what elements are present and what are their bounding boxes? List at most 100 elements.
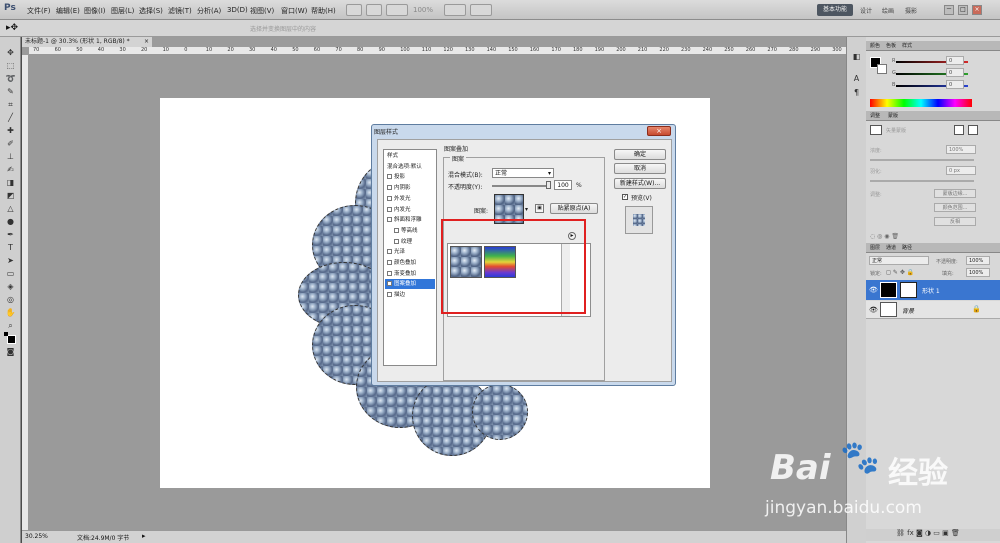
quick-select-tool-icon[interactable]: ✎ xyxy=(4,86,17,97)
menu-image[interactable]: 图像(I) xyxy=(84,6,106,16)
minimize-button[interactable]: － xyxy=(944,5,954,15)
view-extras-button[interactable] xyxy=(386,4,408,16)
layer-blend-mode-select[interactable]: 正常 xyxy=(869,256,929,265)
menu-filter[interactable]: 滤镜(T) xyxy=(168,6,192,16)
status-arrow-icon[interactable]: ▸ xyxy=(142,532,146,540)
3d-rotate-tool-icon[interactable]: ◈ xyxy=(4,281,17,292)
foreground-color-swatch[interactable] xyxy=(7,335,16,344)
style-checkbox[interactable] xyxy=(387,174,392,180)
quick-mask-icon[interactable]: ◙ xyxy=(4,346,17,357)
move-tool-icon[interactable]: ▸✥ xyxy=(6,23,18,33)
snap-to-origin-button[interactable]: 贴紧原点(A) xyxy=(550,203,598,214)
tab-paths[interactable]: 路径 xyxy=(902,244,912,251)
layer-row-shape[interactable]: 👁 形状 1 xyxy=(866,280,1000,300)
invert-button[interactable]: 反相 xyxy=(934,217,976,226)
pen-tool-icon[interactable]: ✒ xyxy=(4,229,17,240)
style-item[interactable]: 内阴影 xyxy=(385,183,435,193)
layers-footer-icons[interactable]: ⛓ fx ◙ ◑ ▭ ▣ 🗑 xyxy=(866,529,1000,541)
menu-file[interactable]: 文件(F) xyxy=(27,6,51,16)
style-item[interactable]: 样式 xyxy=(385,151,435,161)
style-item[interactable]: 光泽 xyxy=(385,247,435,257)
preview-checkbox[interactable]: ✓ xyxy=(622,194,628,200)
menu-select[interactable]: 选择(S) xyxy=(139,6,163,16)
tab-channels[interactable]: 通道 xyxy=(886,244,896,251)
pixel-mask-icon[interactable] xyxy=(870,125,882,135)
opacity-value[interactable]: 100 xyxy=(554,180,572,190)
tab-layers[interactable]: 图层 xyxy=(870,244,880,251)
menu-layer[interactable]: 图层(L) xyxy=(111,6,134,16)
style-checkbox[interactable]: ✓ xyxy=(387,281,392,287)
brush-tool-icon[interactable]: ✐ xyxy=(4,138,17,149)
menu-3d[interactable]: 3D(D) xyxy=(227,6,248,14)
style-item[interactable]: 混合选项:默认 xyxy=(385,162,435,172)
paragraph-panel-icon[interactable]: ¶ xyxy=(850,87,863,98)
type-tool-icon[interactable]: T xyxy=(4,242,17,253)
style-checkbox[interactable] xyxy=(387,270,392,276)
layer-name[interactable]: 形状 1 xyxy=(922,286,940,295)
history-panel-icon[interactable]: ◧ xyxy=(850,51,863,62)
blur-tool-icon[interactable]: △ xyxy=(4,203,17,214)
style-checkbox[interactable] xyxy=(387,185,392,191)
marquee-tool-icon[interactable]: ⬚ xyxy=(4,60,17,71)
tab-color[interactable]: 颜色 xyxy=(870,42,880,49)
close-document-icon[interactable]: × xyxy=(144,37,149,47)
dialog-close-button[interactable]: × xyxy=(647,126,671,136)
menu-view[interactable]: 视图(V) xyxy=(250,6,274,16)
zoom-tool-icon[interactable]: ⌕ xyxy=(4,320,17,331)
feather-slider[interactable] xyxy=(870,180,974,182)
style-item[interactable]: ✓ 图案叠加 xyxy=(385,279,435,290)
feather-value[interactable]: 0 px xyxy=(946,166,976,175)
layer-row-background[interactable]: 👁 背景 🔒 xyxy=(866,301,1000,319)
style-checkbox[interactable] xyxy=(387,260,392,265)
pattern-dropdown-arrow[interactable]: ▾ xyxy=(525,206,528,213)
ok-button[interactable]: 确定 xyxy=(614,149,666,160)
color-range-button[interactable]: 颜色范围... xyxy=(934,203,976,212)
maximize-button[interactable]: □ xyxy=(958,5,968,15)
history-brush-tool-icon[interactable]: ✍ xyxy=(4,164,17,175)
workspace-painting[interactable]: 绘画 xyxy=(882,6,894,15)
style-checkbox[interactable] xyxy=(387,217,392,223)
dodge-tool-icon[interactable]: ● xyxy=(4,216,17,227)
clone-stamp-tool-icon[interactable]: ⊥ xyxy=(4,151,17,162)
workspace-design[interactable]: 设计 xyxy=(860,6,872,15)
style-checkbox[interactable] xyxy=(387,206,392,212)
style-item[interactable]: 颜色叠加 xyxy=(385,258,435,268)
minibridge-button[interactable] xyxy=(366,4,382,16)
style-item[interactable]: 等高线 xyxy=(385,226,435,236)
screen-mode-button[interactable] xyxy=(470,4,492,16)
menu-edit[interactable]: 编辑(E) xyxy=(56,6,80,16)
density-slider[interactable] xyxy=(870,159,974,161)
new-style-button[interactable]: 新建样式(W)... xyxy=(614,178,666,189)
style-checkbox[interactable] xyxy=(387,292,392,298)
paint-bucket-tool-icon[interactable]: ◩ xyxy=(4,190,17,201)
eraser-tool-icon[interactable]: ◨ xyxy=(4,177,17,188)
character-panel-icon[interactable]: A xyxy=(850,73,863,84)
style-item[interactable]: 内发光 xyxy=(385,205,435,215)
style-item[interactable]: 描边 xyxy=(385,290,435,300)
tab-styles[interactable]: 样式 xyxy=(902,42,912,49)
background-color-swatch[interactable] xyxy=(877,64,887,74)
lock-icons[interactable]: ◻ ✎ ✥ 🔒 xyxy=(886,269,914,276)
3d-orbit-tool-icon[interactable]: ◎ xyxy=(4,294,17,305)
lasso-tool-icon[interactable]: ➰ xyxy=(4,73,17,84)
document-tab[interactable]: 未标题-1 @ 30.3% (形状 1, RGB/8) * × xyxy=(22,37,152,47)
blend-mode-select[interactable]: 正常 ▾ xyxy=(492,168,554,178)
style-item[interactable]: 斜面和浮雕 xyxy=(385,215,435,225)
mask-footer-icons[interactable]: ◌ ◎ ◉ 🗑 xyxy=(870,233,996,241)
blue-value[interactable]: 0 xyxy=(946,80,964,89)
add-vector-mask-icon[interactable] xyxy=(968,125,978,135)
workspace-essentials-button[interactable]: 基本功能 xyxy=(817,4,853,16)
add-pixel-mask-icon[interactable] xyxy=(954,125,964,135)
style-item[interactable]: 纹理 xyxy=(385,237,435,247)
menu-analysis[interactable]: 分析(A) xyxy=(197,6,221,16)
layer-opacity-value[interactable]: 100% xyxy=(966,256,990,265)
shape-tool-icon[interactable]: ▭ xyxy=(4,268,17,279)
fill-value[interactable]: 100% xyxy=(966,268,990,277)
bridge-button[interactable] xyxy=(346,4,362,16)
default-colors-icon[interactable] xyxy=(4,332,8,336)
color-spectrum-bar[interactable] xyxy=(870,99,972,107)
zoom-level[interactable]: 100% xyxy=(413,6,433,14)
cancel-button[interactable]: 取消 xyxy=(614,163,666,174)
style-item[interactable]: 投影 xyxy=(385,172,435,182)
tab-swatches[interactable]: 色板 xyxy=(886,42,896,49)
